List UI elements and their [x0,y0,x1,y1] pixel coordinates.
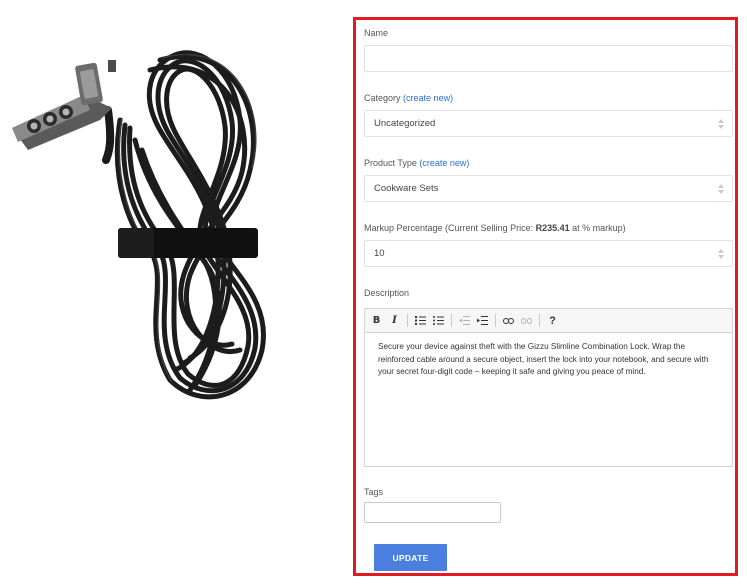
product-image [12,50,266,400]
product-type-selected-value: Cookware Sets [374,183,439,194]
description-text[interactable]: Secure your device against theft with th… [365,333,732,379]
name-label: Name [364,28,389,38]
description-label: Description [364,288,410,298]
markup-percentage-input[interactable]: 10 [364,240,733,267]
update-button[interactable]: UPDATE [374,544,447,571]
toolbar-divider [407,314,408,327]
category-label-text: Category [364,93,401,103]
category-label: Category (create new) [364,93,453,103]
product-type-label-text: Product Type [364,158,417,168]
link-icon[interactable] [501,313,516,329]
category-select[interactable]: Uncategorized [364,110,733,137]
outdent-icon[interactable] [457,313,472,329]
product-type-create-new-link[interactable]: (create new) [419,158,469,168]
editor-toolbar: B I ? [365,309,732,333]
product-type-select[interactable]: Cookware Sets [364,175,733,202]
indent-icon[interactable] [475,313,490,329]
unordered-list-icon[interactable] [431,313,446,329]
markup-label-prefix: Markup Percentage (Current Selling Price… [364,223,536,233]
toolbar-divider [451,314,452,327]
category-create-new-link[interactable]: (create new) [403,93,453,103]
select-arrows-icon [718,117,724,131]
toolbar-divider [539,314,540,327]
markup-current-price: R235.41 [535,223,570,233]
markup-label-suffix: at % markup) [569,223,626,233]
product-type-label: Product Type (create new) [364,158,469,168]
select-arrows-icon [718,182,724,196]
tags-input[interactable] [364,502,501,523]
help-button[interactable]: ? [545,313,560,329]
category-selected-value: Uncategorized [374,118,436,129]
stepper-arrows-icon[interactable] [718,247,724,261]
ordered-list-icon[interactable] [413,313,428,329]
tags-label: Tags [364,487,384,497]
bold-button[interactable]: B [369,313,384,329]
name-input[interactable] [364,45,733,72]
combination-lock-body [12,60,116,150]
italic-button[interactable]: I [387,313,402,329]
markup-label: Markup Percentage (Current Selling Price… [364,223,626,233]
toolbar-divider [495,314,496,327]
description-editor: B I ? Secure your device against theft w… [364,308,733,467]
markup-value: 10 [374,248,385,259]
page: Name Category (create new) Uncategorized… [0,0,747,586]
unlink-icon[interactable] [519,313,534,329]
product-edit-form: Name Category (create new) Uncategorized… [353,17,738,576]
